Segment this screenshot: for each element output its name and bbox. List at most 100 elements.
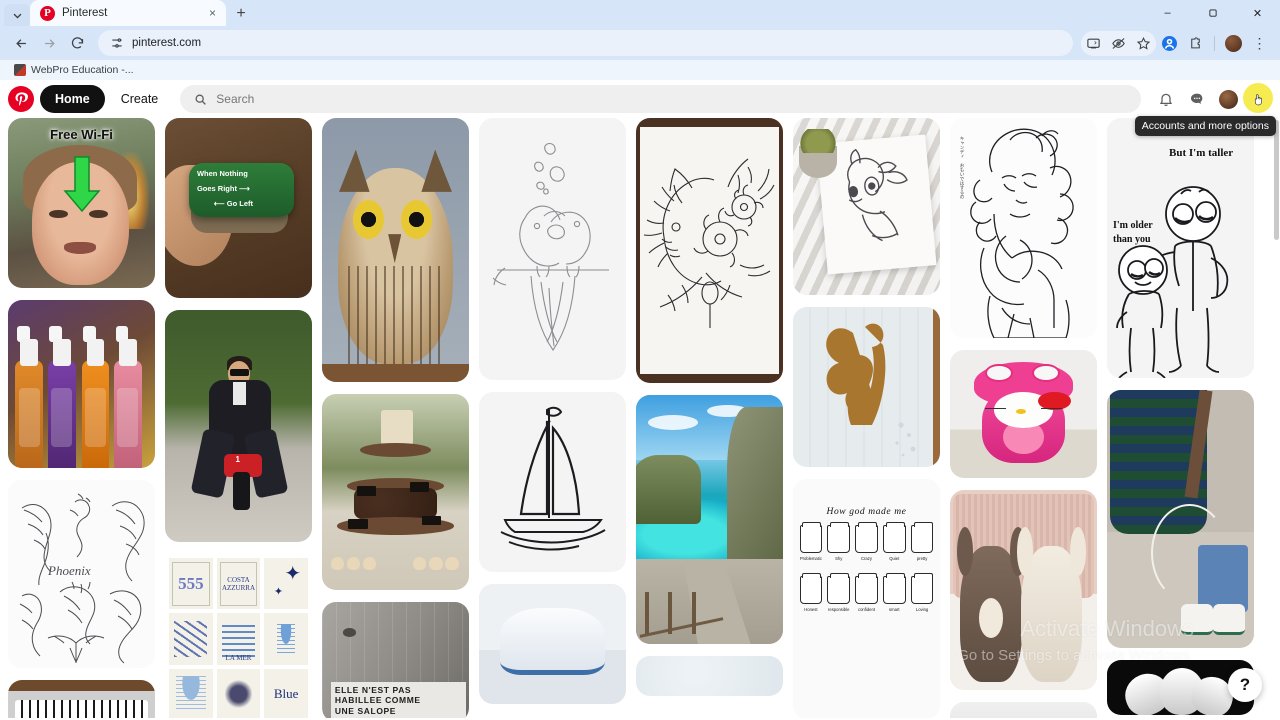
- pin-phoenix-tattoos[interactable]: Phoenix: [8, 480, 155, 668]
- pin-caption: Free Wi-Fi: [50, 126, 113, 142]
- pin-feed: Free Wi-Fi Phoenix When Nothing Goes Rig…: [0, 118, 1280, 718]
- jar-icon: [910, 522, 934, 554]
- profile-avatar[interactable]: [1221, 31, 1246, 56]
- help-button[interactable]: ?: [1228, 668, 1262, 702]
- pin-bunny-plushies[interactable]: [950, 490, 1097, 690]
- toolbar-divider: [1214, 35, 1215, 51]
- reload-icon[interactable]: [64, 30, 90, 56]
- pin-free-wifi[interactable]: Free Wi-Fi: [8, 118, 155, 288]
- browser-tab[interactable]: P Pinterest ×: [30, 0, 226, 26]
- pin-how-god-made-me[interactable]: How god made me Problematic Shy Crazy Qu…: [793, 479, 940, 718]
- sign-text-line: HABILLEE COMME: [334, 695, 421, 706]
- jar-row: Problematic Shy Crazy Quiet pretty: [798, 522, 935, 561]
- feed-column: キャンディ おもいではするの: [950, 118, 1097, 718]
- scrollbar-thumb[interactable]: [1274, 120, 1279, 240]
- jar-row: Honest responsible confident smart Lovin…: [798, 573, 935, 612]
- messages-chat-icon[interactable]: [1184, 86, 1210, 112]
- pin-bottom-crop[interactable]: [950, 702, 1097, 718]
- feed-column: How god made me Problematic Shy Crazy Qu…: [793, 118, 940, 718]
- forward-arrow-icon[interactable]: [36, 30, 62, 56]
- pin-piano-barrel[interactable]: [8, 680, 155, 718]
- pin-mini-motorcycle[interactable]: 1: [165, 310, 312, 542]
- close-icon[interactable]: ×: [207, 7, 218, 19]
- rock-text-line: ⟵ Go Left: [213, 198, 253, 208]
- pin-french-sign[interactable]: ELLE N'EST PAS HABILLEE COMME UNE SALOPE: [322, 602, 469, 718]
- pin-sailboat-sketch[interactable]: [479, 392, 626, 572]
- pin-owl[interactable]: [322, 118, 469, 382]
- pin-lovebirds-sketch[interactable]: [479, 118, 626, 380]
- pinterest-logo-icon[interactable]: [8, 86, 34, 112]
- window-controls: – ✕: [1145, 0, 1280, 26]
- pin-wood-fairy[interactable]: [793, 307, 940, 467]
- jar-icon: [855, 522, 878, 554]
- nav-item-create[interactable]: Create: [111, 85, 169, 113]
- jar-icon: [910, 573, 934, 605]
- bookmark-star-icon[interactable]: [1131, 31, 1156, 56]
- notifications-bell-icon[interactable]: [1153, 86, 1179, 112]
- pin-stickman-meme[interactable]: But I'm taller I'm older than you: [1107, 118, 1254, 378]
- pin-cat-floral-sketch[interactable]: [636, 118, 783, 383]
- tab-strip: P Pinterest × + – ✕: [0, 0, 1280, 26]
- jar-icon: [827, 573, 851, 605]
- feed-column: When Nothing Goes Right ⟶ ⟵ Go Left 1 55…: [165, 118, 312, 718]
- user-avatar[interactable]: [1215, 86, 1241, 112]
- feed-column: Free Wi-Fi Phoenix: [8, 118, 155, 718]
- blue-account-icon[interactable]: [1157, 31, 1182, 56]
- kebab-menu-icon[interactable]: ⋮: [1247, 31, 1272, 56]
- maximize-button[interactable]: [1190, 0, 1235, 26]
- accounts-and-more-options-button[interactable]: [1243, 82, 1273, 113]
- pin-headphones-jeans[interactable]: [1107, 390, 1254, 648]
- back-arrow-icon[interactable]: [8, 30, 34, 56]
- page-scrollbar[interactable]: [1273, 118, 1280, 718]
- pinterest-favicon: P: [40, 5, 55, 21]
- jar-icon: [799, 573, 823, 605]
- svg-text:I'm older: I'm older: [1113, 220, 1153, 231]
- pin-hello-kitty-plush[interactable]: [950, 350, 1097, 478]
- search-icon: [195, 94, 207, 105]
- jar-item: pretty: [909, 522, 935, 561]
- svg-text:Phoenix: Phoenix: [47, 563, 91, 578]
- browser-chrome: P Pinterest × + – ✕ pinterest.com ⋮ WebP…: [0, 0, 1280, 80]
- pin-blue-poster-collage[interactable]: 555 COSTA AZZURRA ✦ ✦ LA MER Blue: [165, 554, 312, 718]
- search-input[interactable]: Search: [180, 85, 1141, 113]
- search-placeholder: Search: [216, 92, 255, 106]
- cast-icon[interactable]: [1081, 31, 1106, 56]
- nav-item-home[interactable]: Home: [40, 85, 105, 113]
- down-arrow-icon: [62, 156, 101, 213]
- address-bar[interactable]: pinterest.com: [98, 30, 1073, 56]
- pin-spray-bottles[interactable]: [8, 300, 155, 468]
- jar-item: Shy: [826, 522, 852, 561]
- jar-icon: [799, 522, 823, 554]
- jar-item: Honest: [798, 573, 824, 612]
- close-window-button[interactable]: ✕: [1235, 0, 1280, 26]
- pin-dessert-tower[interactable]: [322, 394, 469, 590]
- jar-icon: [855, 573, 878, 605]
- bike-number-badge: 1: [235, 455, 240, 464]
- eye-off-icon[interactable]: [1106, 31, 1131, 56]
- pin-tropical-cliff[interactable]: [636, 395, 783, 644]
- pin-candy-lineart[interactable]: キャンディ おもいではするの: [950, 118, 1097, 338]
- pin-shoes[interactable]: [479, 584, 626, 704]
- tune-icon[interactable]: [110, 36, 124, 50]
- sign-text-line: ELLE N'EST PAS: [334, 684, 412, 695]
- collage-cell: [169, 668, 213, 718]
- browser-toolbar: pinterest.com ⋮: [0, 26, 1280, 60]
- bookmark-label: WebPro Education -...: [31, 64, 134, 76]
- new-tab-button[interactable]: +: [228, 2, 254, 26]
- pin-painted-rock[interactable]: When Nothing Goes Right ⟶ ⟵ Go Left: [165, 118, 312, 298]
- masonry-grid: Free Wi-Fi Phoenix When Nothing Goes Rig…: [0, 118, 1280, 718]
- url-text: pinterest.com: [132, 37, 202, 49]
- extensions-icon[interactable]: [1183, 31, 1208, 56]
- pin-bambi-sketch[interactable]: [793, 118, 940, 295]
- svg-text:than you: than you: [1113, 234, 1151, 245]
- jar-item: Quiet: [881, 522, 907, 561]
- bookmark-item[interactable]: WebPro Education -...: [10, 63, 138, 77]
- tab-search-icon[interactable]: [4, 4, 30, 26]
- feed-column: ELLE N'EST PAS HABILLEE COMME UNE SALOPE: [322, 118, 469, 718]
- pin-blurred[interactable]: [636, 656, 783, 696]
- cursor-hand-icon: [1254, 93, 1262, 105]
- jar-item: responsible: [826, 573, 852, 612]
- collage-cell: Blue: [264, 668, 308, 718]
- tooltip: Accounts and more options: [1134, 116, 1276, 136]
- minimize-button[interactable]: –: [1145, 0, 1190, 26]
